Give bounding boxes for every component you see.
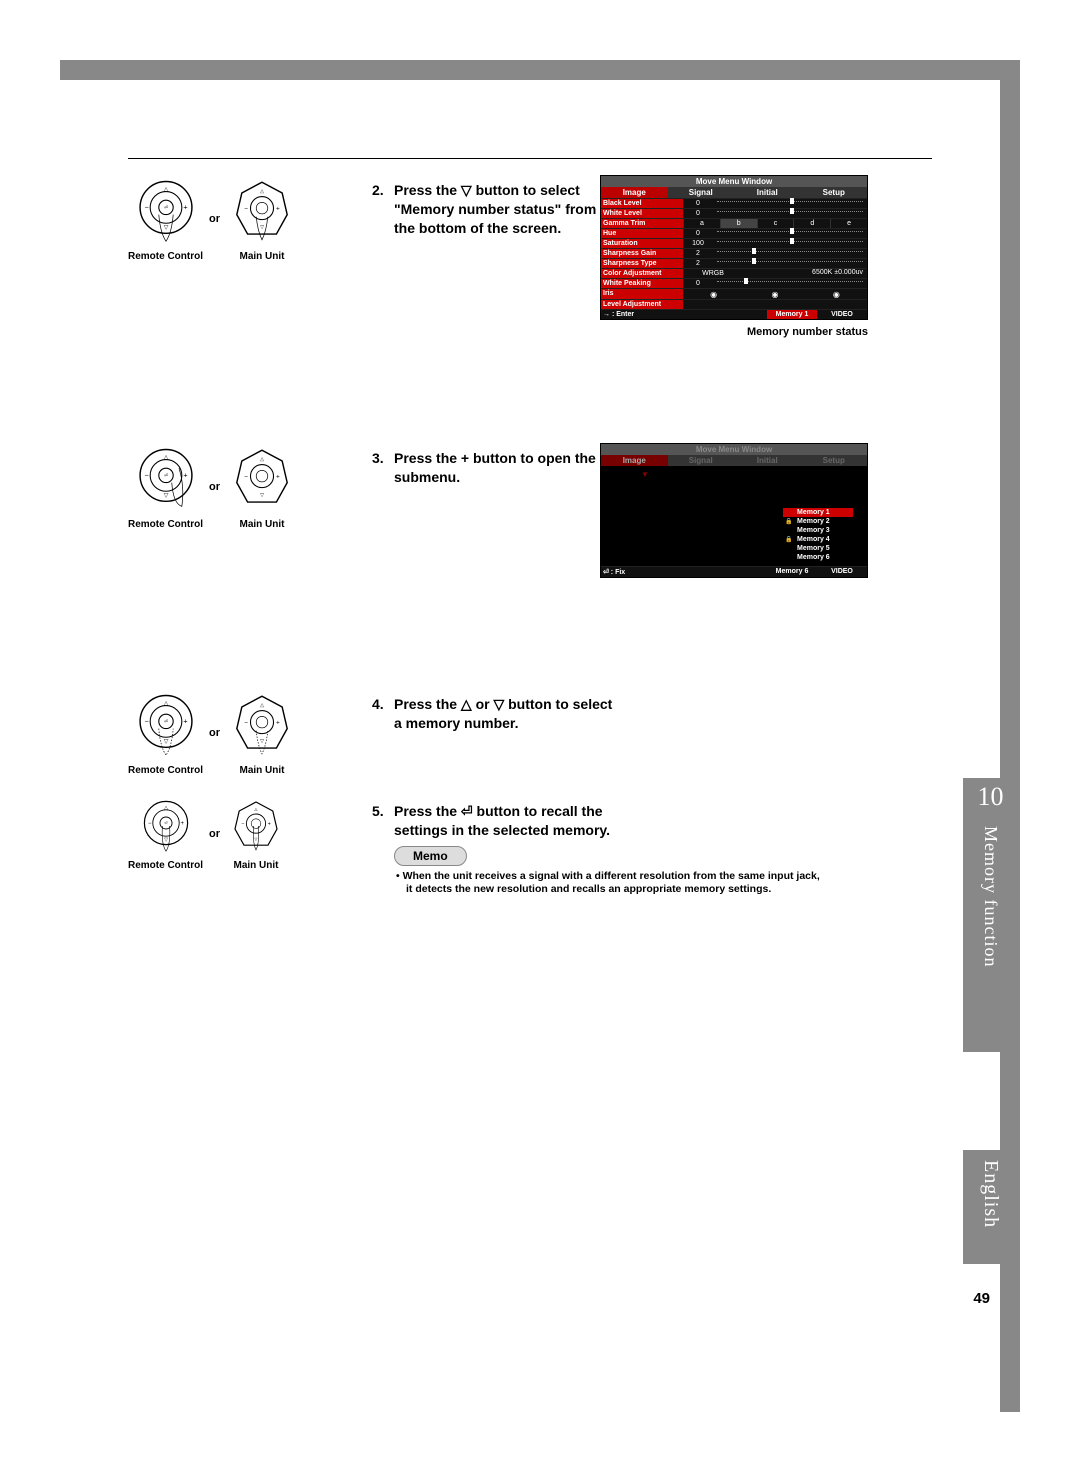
language-tab: English <box>963 1150 1018 1264</box>
svg-text:−: − <box>244 473 248 480</box>
svg-text:⏎: ⏎ <box>163 719 167 725</box>
svg-text:−: − <box>144 203 148 212</box>
remote-control-icon: △ ▽ − + ⏎ <box>130 443 202 515</box>
horizontal-rule <box>128 158 932 159</box>
main-unit-icon: △ ▽ − + <box>226 175 298 247</box>
svg-text:▽: ▽ <box>260 738 264 744</box>
svg-text:+: + <box>183 471 187 480</box>
svg-text:△: △ <box>163 701 168 707</box>
or-label: or <box>209 213 220 225</box>
osd-title: Move Menu Window <box>601 176 867 187</box>
svg-text:▽: ▽ <box>164 837 168 843</box>
svg-text:△: △ <box>260 456 264 462</box>
svg-text:−: − <box>144 717 148 726</box>
svg-text:△: △ <box>260 702 264 708</box>
main-unit-label: Main Unit <box>240 251 285 262</box>
main-unit-icon: △ ▽ − + <box>226 443 298 515</box>
svg-text:+: + <box>183 203 187 212</box>
svg-text:+: + <box>276 719 280 726</box>
svg-text:+: + <box>183 717 187 726</box>
remote-control-icon: △ ▽ − + ⏎ <box>130 689 202 761</box>
svg-text:△: △ <box>254 806 258 811</box>
svg-text:⏎: ⏎ <box>163 205 167 211</box>
remote-control-icon: △ ▽ − + ⏎ <box>130 175 202 247</box>
svg-text:▽: ▽ <box>254 836 258 841</box>
svg-text:−: − <box>241 821 244 827</box>
step-num: 2. <box>372 181 394 200</box>
osd-screenshot-2: Move Menu Window Image Signal Initial Se… <box>600 443 868 578</box>
svg-text:+: + <box>268 821 271 827</box>
svg-text:−: − <box>148 821 152 827</box>
chapter-tab: 10 Memory function <box>963 778 1018 1052</box>
svg-text:△: △ <box>163 455 168 461</box>
osd-tabs: Image Signal Initial Setup <box>601 187 867 198</box>
svg-text:▽: ▽ <box>260 224 264 230</box>
remote-control-icon: △ ▽ − + ⏎ <box>136 796 196 856</box>
svg-text:⏎: ⏎ <box>164 820 168 825</box>
svg-text:△: △ <box>163 187 168 193</box>
osd-caption: Memory number status <box>600 326 868 338</box>
main-content: △ ▽ − + ⏎ Remote Control or △ ▽ − <box>128 175 868 923</box>
svg-text:▽: ▽ <box>260 492 264 498</box>
svg-text:▽: ▽ <box>163 225 168 231</box>
osd-screenshot-1: Move Menu Window Image Signal Initial Se… <box>600 175 868 320</box>
svg-text:+: + <box>276 205 280 212</box>
svg-text:−: − <box>244 719 248 726</box>
main-unit-icon: △ ▽ − + <box>226 689 298 761</box>
svg-text:△: △ <box>164 805 168 811</box>
memo-label: Memo <box>394 846 467 866</box>
page-border-top <box>60 60 1020 80</box>
remote-label: Remote Control <box>128 251 203 262</box>
svg-text:▽: ▽ <box>163 493 168 499</box>
memo-text: it detects the new resolution and recall… <box>372 883 868 897</box>
memo-text: • When the unit receives a signal with a… <box>372 870 868 884</box>
svg-text:−: − <box>244 205 248 212</box>
svg-text:⏎: ⏎ <box>163 473 167 479</box>
svg-text:−: − <box>144 471 148 480</box>
page-number: 49 <box>973 1290 990 1307</box>
svg-text:▽: ▽ <box>163 739 168 745</box>
svg-text:+: + <box>276 473 280 480</box>
svg-text:△: △ <box>260 188 264 194</box>
main-unit-icon: △ ▽ − + <box>226 796 286 856</box>
svg-text:+: + <box>180 821 184 827</box>
